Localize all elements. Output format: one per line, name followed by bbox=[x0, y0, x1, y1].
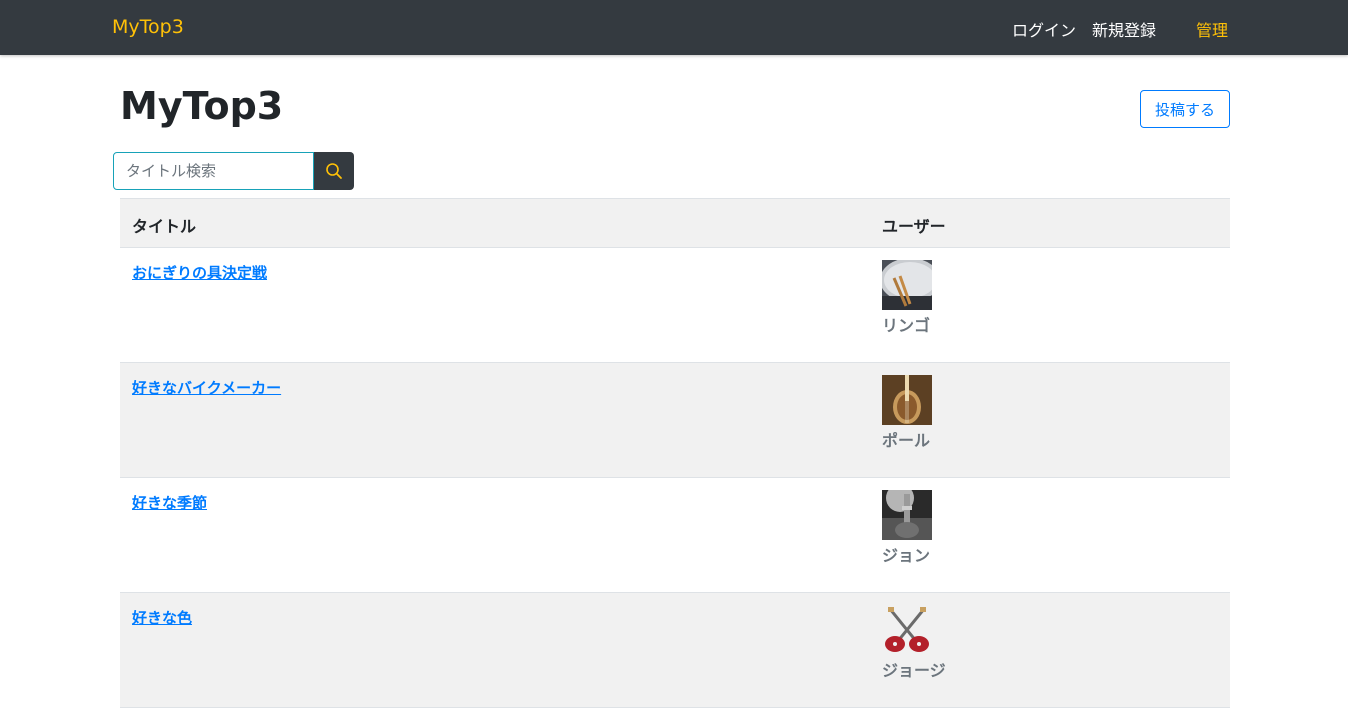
user-cell: ジョージ bbox=[882, 605, 946, 681]
drum-photo-icon[interactable] bbox=[882, 260, 932, 310]
navbar: MyTop3 ログイン 新規登録 管理 bbox=[0, 0, 1348, 55]
table-row: おにぎりの具決定戦 リンゴ bbox=[120, 248, 1230, 363]
search-button[interactable] bbox=[314, 152, 354, 190]
signup-link[interactable]: 新規登録 bbox=[1092, 17, 1156, 41]
user-name: ポール bbox=[882, 431, 931, 450]
search-input[interactable] bbox=[113, 152, 314, 190]
user-cell: リンゴ bbox=[882, 260, 932, 336]
post-title-link[interactable]: 好きな色 bbox=[132, 607, 192, 628]
table-header: タイトル ユーザー bbox=[120, 198, 1230, 248]
post-button[interactable]: 投稿する bbox=[1140, 90, 1230, 128]
user-name: ジョン bbox=[882, 546, 931, 565]
post-title-link[interactable]: おにぎりの具決定戦 bbox=[132, 262, 267, 283]
column-header-title: タイトル bbox=[132, 217, 197, 236]
posts-table: タイトル ユーザー おにぎりの具決定戦 リンゴ 好きなバイクメーカー ポール 好… bbox=[120, 198, 1230, 708]
user-name: リンゴ bbox=[882, 316, 931, 335]
user-name: ジョージ bbox=[882, 661, 946, 680]
guitar-photo-icon[interactable] bbox=[882, 490, 932, 540]
login-link[interactable]: ログイン bbox=[1012, 17, 1076, 41]
post-title-link[interactable]: 好きなバイクメーカー bbox=[132, 377, 281, 398]
bass-guitar-photo-icon[interactable] bbox=[882, 375, 932, 425]
table-row: 好きな季節 ジョン bbox=[120, 478, 1230, 593]
admin-link[interactable]: 管理 bbox=[1196, 17, 1228, 41]
table-row: 好きな色 ジョージ bbox=[120, 593, 1230, 708]
column-header-user: ユーザー bbox=[882, 217, 946, 236]
user-cell: ポール bbox=[882, 375, 932, 451]
page-title: MyTop3 bbox=[120, 84, 284, 128]
nav-links: ログイン 新規登録 管理 bbox=[0, 17, 1348, 41]
post-title-link[interactable]: 好きな季節 bbox=[132, 492, 207, 513]
user-cell: ジョン bbox=[882, 490, 932, 566]
crossed-guitars-icon[interactable] bbox=[882, 605, 932, 655]
search-icon bbox=[326, 163, 342, 179]
table-row: 好きなバイクメーカー ポール bbox=[120, 363, 1230, 478]
